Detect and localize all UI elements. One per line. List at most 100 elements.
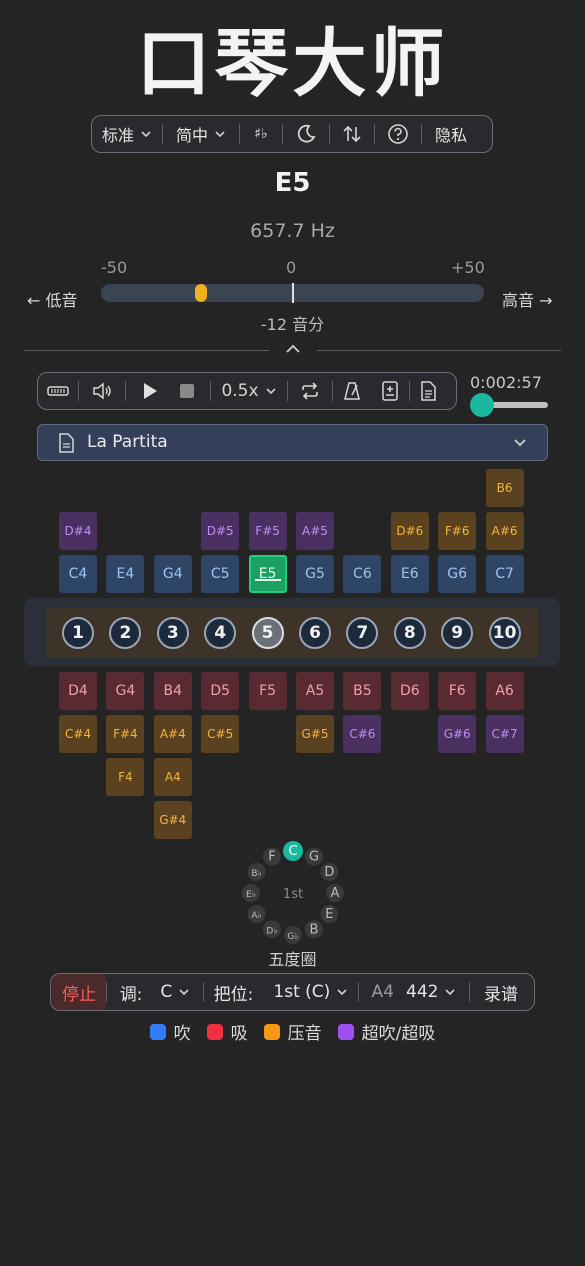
overblow-note[interactable]: D#5: [201, 512, 240, 550]
blow-note[interactable]: C7: [485, 555, 524, 593]
draw-note[interactable]: B4: [153, 672, 192, 710]
draw-bend-note[interactable]: G#6: [438, 715, 477, 753]
draw-note[interactable]: A6: [485, 672, 524, 710]
frequency-readout: 657.7 Hz: [250, 220, 335, 242]
legend-label: 超吹/超吸: [361, 1024, 436, 1044]
blow-note[interactable]: G4: [153, 555, 192, 593]
circle-key-G[interactable]: G: [305, 847, 323, 866]
hole-8[interactable]: 8: [393, 617, 426, 649]
draw-bend-note[interactable]: C#5: [201, 715, 240, 753]
draw-bend-note[interactable]: C#6: [343, 715, 382, 753]
legend-item-bend: 压音: [263, 1019, 322, 1044]
draw-note[interactable]: F5: [248, 672, 287, 710]
hole-6[interactable]: 6: [299, 617, 331, 649]
blow-bend-note[interactable]: B6: [485, 469, 524, 507]
overblow-note[interactable]: A#5: [296, 512, 334, 550]
tuning-select[interactable]: 标准: [92, 116, 162, 152]
blow-note[interactable]: E5: [248, 555, 287, 593]
stop-button[interactable]: 停止: [52, 974, 106, 1010]
legend-label: 压音: [287, 1024, 322, 1044]
blow-bend-note[interactable]: D#6: [390, 512, 429, 550]
circle-key-B[interactable]: B: [305, 920, 323, 939]
legend-swatch: [337, 1023, 354, 1040]
overblow-note[interactable]: F#5: [248, 512, 287, 550]
legend-label: 吹: [173, 1024, 191, 1044]
blow-note[interactable]: G5: [296, 555, 334, 593]
draw-note[interactable]: A5: [296, 672, 334, 710]
add-sheet-icon[interactable]: [371, 373, 409, 409]
draw-bend-note[interactable]: G#5: [296, 715, 334, 753]
draw-bend-note[interactable]: C#4: [59, 715, 97, 753]
hole-1[interactable]: 1: [62, 617, 94, 649]
speed-select[interactable]: 0.5x: [211, 373, 287, 409]
cents-readout: -12 音分: [260, 315, 325, 334]
sheet-icon[interactable]: [410, 373, 446, 409]
draw-note[interactable]: D5: [201, 672, 240, 710]
legend-item-overblow: 超吹/超吸: [337, 1019, 436, 1044]
circle-key-D♭[interactable]: D♭: [263, 920, 281, 939]
circle-key-F[interactable]: F: [263, 847, 281, 866]
key-select[interactable]: 调: C: [107, 974, 203, 1010]
overblow-note[interactable]: D#4: [59, 512, 97, 550]
circle-key-A[interactable]: A: [326, 884, 344, 902]
circle-key-G♭[interactable]: G♭: [284, 926, 302, 944]
position-select[interactable]: 把位: 1st (C): [204, 974, 358, 1010]
hole-3[interactable]: 3: [156, 617, 189, 649]
draw-bend-note[interactable]: F#4: [106, 715, 145, 753]
metronome-icon[interactable]: [333, 373, 371, 409]
hole-9[interactable]: 9: [441, 617, 474, 649]
draw-bend-note[interactable]: C#7: [485, 715, 524, 753]
draw-note[interactable]: G4: [106, 672, 145, 710]
play-icon[interactable]: [126, 373, 174, 409]
blow-note[interactable]: E4: [106, 555, 145, 593]
circle-key-B♭[interactable]: B♭: [247, 863, 266, 881]
blow-note[interactable]: C4: [59, 555, 97, 593]
chevron-down-icon: [337, 989, 347, 996]
help-icon[interactable]: [375, 116, 421, 152]
high-pitch-label: 高音 →: [502, 291, 553, 310]
blow-note[interactable]: G6: [438, 555, 477, 593]
draw-note[interactable]: D4: [59, 672, 97, 710]
privacy-link[interactable]: 隐私: [422, 116, 480, 152]
circle-of-fifths[interactable]: C GDAEB G♭ D♭ A♭ E♭ B♭ F 1st: [240, 840, 346, 946]
chevron-down-icon: [265, 388, 276, 395]
harmonica-icon[interactable]: [38, 373, 78, 409]
draw-bend-note[interactable]: G#4: [153, 801, 192, 839]
sharp-flat-icon[interactable]: ♯♭: [240, 116, 282, 152]
draw-bend-note[interactable]: F4: [106, 758, 145, 796]
blow-note[interactable]: C6: [343, 555, 382, 593]
stop-icon[interactable]: [174, 373, 200, 409]
repeat-icon[interactable]: [288, 373, 332, 409]
draw-note[interactable]: F6: [438, 672, 477, 710]
swap-vertical-icon[interactable]: [330, 116, 374, 152]
hole-5[interactable]: 5: [251, 617, 284, 649]
blow-note[interactable]: C5: [201, 555, 240, 593]
scale-max-label: +50: [451, 258, 485, 277]
circle-key-D[interactable]: D: [320, 863, 339, 881]
circle-key-E[interactable]: E: [320, 905, 339, 923]
tuning-label: 标准: [101, 126, 134, 145]
collapse-caret-icon[interactable]: [285, 344, 301, 354]
draw-bend-note[interactable]: A#4: [153, 715, 192, 753]
app-title: 口琴大师: [136, 21, 449, 107]
circle-key-E♭[interactable]: E♭: [242, 884, 260, 902]
moon-icon[interactable]: [283, 116, 329, 152]
volume-icon[interactable]: [79, 373, 125, 409]
language-select[interactable]: 简中: [163, 116, 239, 152]
key-value: C: [160, 982, 173, 1002]
blow-bend-note[interactable]: F#6: [438, 512, 477, 550]
draw-bend-note[interactable]: A4: [153, 758, 192, 796]
draw-note[interactable]: B5: [343, 672, 382, 710]
hole-10[interactable]: 10: [488, 617, 521, 649]
draw-note[interactable]: D6: [390, 672, 429, 710]
blow-note[interactable]: E6: [390, 555, 429, 593]
record-button[interactable]: 录谱: [470, 974, 532, 1010]
blow-bend-note[interactable]: A#6: [485, 512, 524, 550]
hole-4[interactable]: 4: [204, 617, 237, 649]
legend-item-blow: 吹: [149, 1019, 191, 1044]
a4-select[interactable]: A4 442: [359, 974, 469, 1010]
progress-slider-knob[interactable]: [470, 393, 494, 417]
song-select[interactable]: La Partita: [37, 424, 548, 461]
circle-key-A♭[interactable]: A♭: [247, 905, 266, 923]
circle-key-C[interactable]: C: [283, 841, 303, 861]
